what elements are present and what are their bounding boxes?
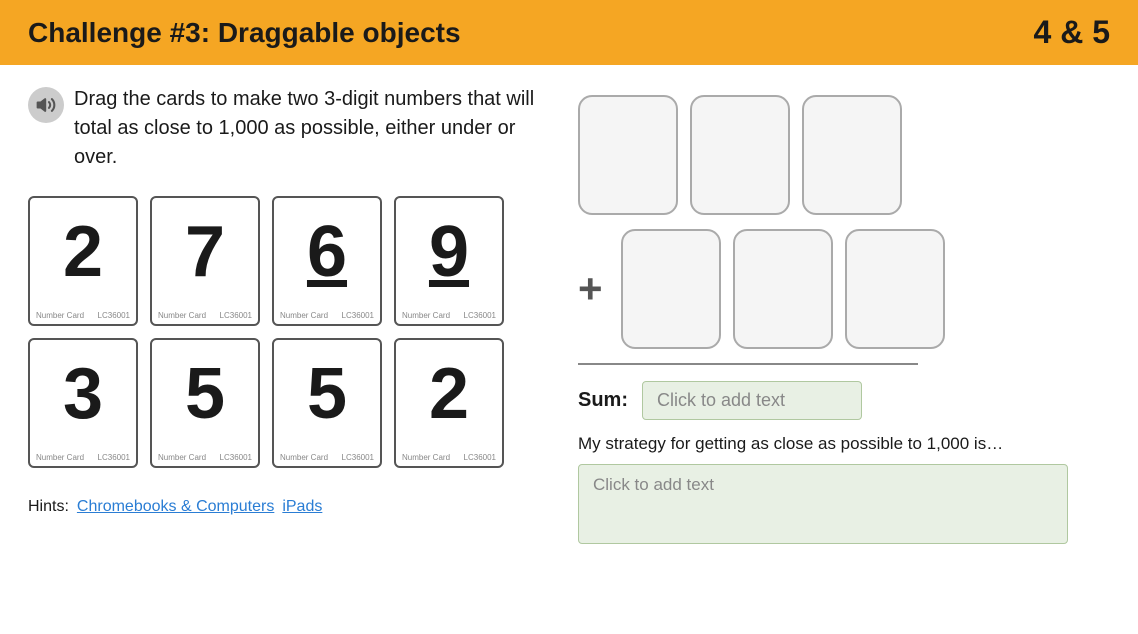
number-card-1[interactable]: 7 Number CardLC36001 [150, 196, 260, 326]
audio-button[interactable] [28, 87, 64, 123]
drop-zone-top-1[interactable] [690, 95, 790, 215]
card-footer-2: Number CardLC36001 [274, 311, 380, 320]
card-footer-5: Number CardLC36001 [152, 453, 258, 462]
number-card-2[interactable]: 6 Number CardLC36001 [272, 196, 382, 326]
page-header: Challenge #3: Draggable objects 4 & 5 [0, 0, 1138, 65]
hint-link-ipads[interactable]: iPads [282, 498, 322, 516]
sum-divider [578, 363, 918, 365]
sum-label: Sum: [578, 389, 628, 412]
drop-zone-top-2[interactable] [802, 95, 902, 215]
hints-label: Hints: [28, 498, 69, 516]
card-footer-7: Number CardLC36001 [396, 453, 502, 462]
right-panel: + Sum: Click to add text My strategy for… [578, 85, 1110, 544]
instruction-text: Drag the cards to make two 3-digit numbe… [74, 85, 548, 172]
card-footer-3: Number CardLC36001 [396, 311, 502, 320]
card-value-2: 6 [307, 216, 347, 288]
card-value-5: 5 [185, 358, 225, 430]
number-card-5[interactable]: 5 Number CardLC36001 [150, 338, 260, 468]
instruction-row: Drag the cards to make two 3-digit numbe… [28, 85, 548, 172]
card-footer-6: Number CardLC36001 [274, 453, 380, 462]
number-card-4[interactable]: 3 Number CardLC36001 [28, 338, 138, 468]
drop-zone-bottom-1[interactable] [733, 229, 833, 349]
sum-input[interactable]: Click to add text [642, 381, 862, 420]
card-value-0: 2 [63, 216, 103, 288]
card-value-3: 9 [429, 216, 469, 288]
card-value-4: 3 [63, 358, 103, 430]
drop-zone-top-0[interactable] [578, 95, 678, 215]
number-card-6[interactable]: 5 Number CardLC36001 [272, 338, 382, 468]
main-content: Drag the cards to make two 3-digit numbe… [0, 65, 1138, 564]
number-card-0[interactable]: 2 Number CardLC36001 [28, 196, 138, 326]
page-title: Challenge #3: Draggable objects [28, 17, 461, 49]
drop-zone-bottom-2[interactable] [845, 229, 945, 349]
hint-link-chromebooks[interactable]: Chromebooks & Computers [77, 498, 274, 516]
card-value-6: 5 [307, 358, 347, 430]
strategy-label: My strategy for getting as close as poss… [578, 434, 1003, 454]
plus-symbol: + [578, 265, 603, 313]
drop-zone-bottom-0[interactable] [621, 229, 721, 349]
card-value-1: 7 [185, 216, 225, 288]
grade-range: 4 & 5 [1034, 14, 1110, 51]
card-value-7: 2 [429, 358, 469, 430]
drop-zones-bottom [621, 229, 945, 349]
card-footer-1: Number CardLC36001 [152, 311, 258, 320]
audio-icon [36, 95, 56, 115]
cards-grid: 2 Number CardLC36001 7 Number CardLC36001 6 N… [28, 196, 548, 468]
left-panel: Drag the cards to make two 3-digit numbe… [28, 85, 548, 544]
plus-and-second-row: + [578, 229, 945, 349]
number-card-7[interactable]: 2 Number CardLC36001 [394, 338, 504, 468]
hints-row: Hints: Chromebooks & Computers iPads [28, 498, 548, 516]
card-footer-0: Number CardLC36001 [30, 311, 136, 320]
number-card-3[interactable]: 9 Number CardLC36001 [394, 196, 504, 326]
card-footer-4: Number CardLC36001 [30, 453, 136, 462]
drop-zones-top [578, 95, 902, 215]
strategy-input[interactable]: Click to add text [578, 464, 1068, 544]
sum-row: Sum: Click to add text [578, 381, 862, 420]
